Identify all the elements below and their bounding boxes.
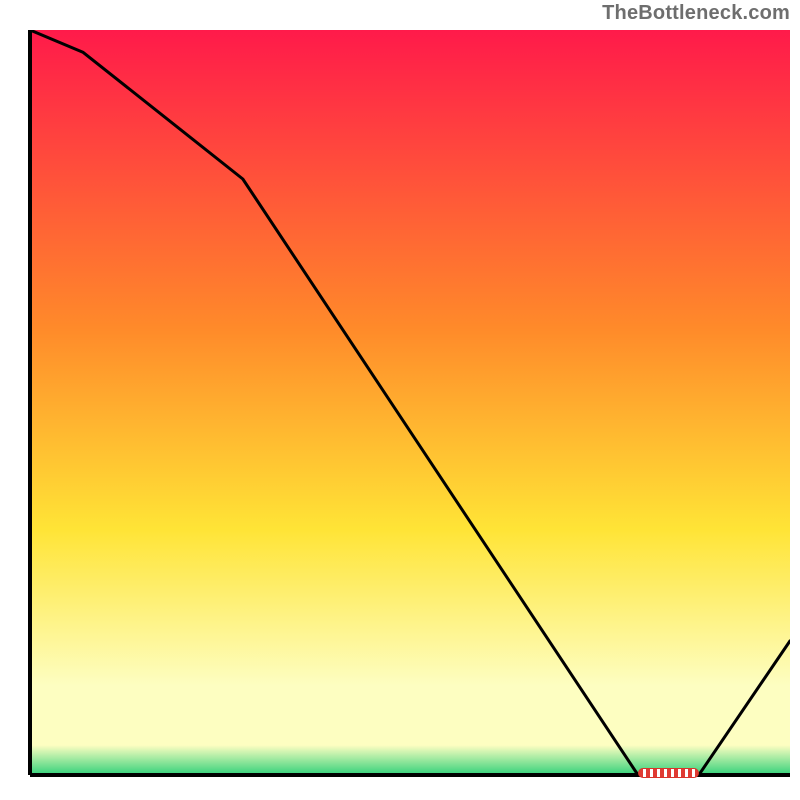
plot-background: [30, 30, 790, 775]
optimal-range-marker: [638, 768, 699, 778]
chart-stage: TheBottleneck.com: [0, 0, 800, 800]
bottleneck-chart: [0, 0, 800, 800]
